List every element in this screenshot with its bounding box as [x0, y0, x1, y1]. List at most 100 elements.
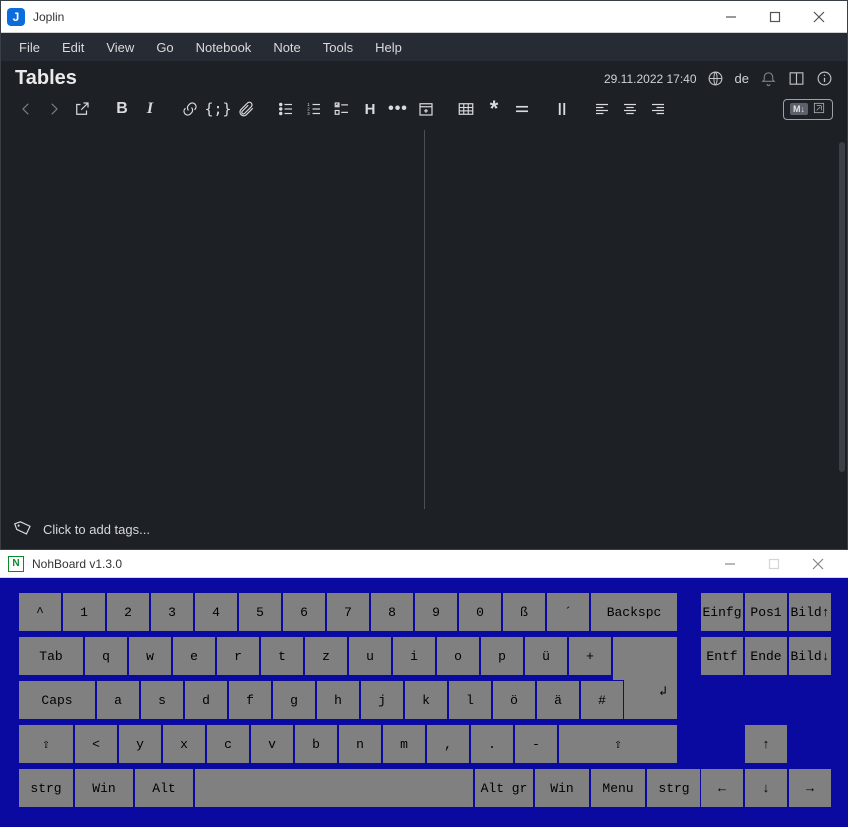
scrollbar[interactable]: [839, 142, 845, 472]
nohboard-titlebar[interactable]: N NohBoard v1.3.0: [0, 550, 848, 578]
minimize-button[interactable]: [709, 2, 753, 32]
key-arrow-up[interactable]: ↑: [744, 724, 788, 764]
key-space[interactable]: [194, 768, 474, 808]
key-Alt[interactable]: Alt: [134, 768, 194, 808]
key-<[interactable]: <: [74, 724, 118, 764]
key-i[interactable]: i: [392, 636, 436, 676]
layout-icon[interactable]: [787, 70, 805, 88]
checkbox-list-button[interactable]: [331, 98, 353, 120]
key-,[interactable]: ,: [426, 724, 470, 764]
key-#[interactable]: #: [580, 680, 624, 720]
globe-icon[interactable]: [707, 70, 725, 88]
key-r[interactable]: r: [216, 636, 260, 676]
align-right-button[interactable]: [647, 98, 669, 120]
key-^[interactable]: ^: [18, 592, 62, 632]
key-f[interactable]: f: [228, 680, 272, 720]
key-b[interactable]: b: [294, 724, 338, 764]
key-lshift[interactable]: ⇧: [18, 724, 74, 764]
nav-forward-button[interactable]: [43, 98, 65, 120]
key-Ende[interactable]: Ende: [744, 636, 788, 676]
key-9[interactable]: 9: [414, 592, 458, 632]
key-Einfg[interactable]: Einfg: [700, 592, 744, 632]
key-arrow-down[interactable]: ↓: [744, 768, 788, 808]
heading-button[interactable]: H: [359, 98, 381, 120]
key-m[interactable]: m: [382, 724, 426, 764]
nb-close-button[interactable]: [796, 551, 840, 577]
key-Win[interactable]: Win: [74, 768, 134, 808]
markdown-editor-pane[interactable]: [15, 130, 422, 509]
key-Bild↑[interactable]: Bild↑: [788, 592, 832, 632]
tags-row[interactable]: Click to add tags...: [1, 509, 847, 549]
info-icon[interactable]: [815, 70, 833, 88]
insert-date-button[interactable]: [415, 98, 437, 120]
key-l[interactable]: l: [448, 680, 492, 720]
external-link-button[interactable]: [71, 98, 93, 120]
nb-maximize-button[interactable]: [752, 551, 796, 577]
key-8[interactable]: 8: [370, 592, 414, 632]
menu-tools[interactable]: Tools: [313, 36, 363, 59]
attach-button[interactable]: [235, 98, 257, 120]
horizontal-rule-button[interactable]: •••: [387, 98, 409, 120]
link-button[interactable]: [179, 98, 201, 120]
key-a[interactable]: a: [96, 680, 140, 720]
key-caps[interactable]: Caps: [18, 680, 96, 720]
key-4[interactable]: 4: [194, 592, 238, 632]
key-arrow-right[interactable]: →: [788, 768, 832, 808]
note-title[interactable]: Tables: [15, 67, 77, 90]
key-v[interactable]: v: [250, 724, 294, 764]
joplin-titlebar[interactable]: J Joplin: [1, 1, 847, 33]
key-n[interactable]: n: [338, 724, 382, 764]
nav-back-button[interactable]: [15, 98, 37, 120]
key-´[interactable]: ´: [546, 592, 590, 632]
asterisk-button[interactable]: *: [483, 98, 505, 120]
key-u[interactable]: u: [348, 636, 392, 676]
key-7[interactable]: 7: [326, 592, 370, 632]
key-c[interactable]: c: [206, 724, 250, 764]
key-e[interactable]: e: [172, 636, 216, 676]
key-Pos1[interactable]: Pos1: [744, 592, 788, 632]
menu-help[interactable]: Help: [365, 36, 412, 59]
key--[interactable]: -: [514, 724, 558, 764]
key-strg[interactable]: strg: [18, 768, 74, 808]
pane-divider[interactable]: [424, 130, 425, 509]
preview-pane[interactable]: [427, 130, 834, 509]
column-split-button[interactable]: [551, 98, 573, 120]
key-q[interactable]: q: [84, 636, 128, 676]
menu-view[interactable]: View: [96, 36, 144, 59]
key-ö[interactable]: ö: [492, 680, 536, 720]
key-Win[interactable]: Win: [534, 768, 590, 808]
key-y[interactable]: y: [118, 724, 162, 764]
bullet-list-button[interactable]: [275, 98, 297, 120]
key-5[interactable]: 5: [238, 592, 282, 632]
key-1[interactable]: 1: [62, 592, 106, 632]
key-0[interactable]: 0: [458, 592, 502, 632]
alarm-icon[interactable]: [759, 70, 777, 88]
key-p[interactable]: p: [480, 636, 524, 676]
numbered-list-button[interactable]: 123: [303, 98, 325, 120]
table-button[interactable]: [455, 98, 477, 120]
language-label[interactable]: de: [735, 71, 749, 86]
key-Menu[interactable]: Menu: [590, 768, 646, 808]
key-Alt gr[interactable]: Alt gr: [474, 768, 534, 808]
key-+[interactable]: +: [568, 636, 612, 676]
key-z[interactable]: z: [304, 636, 348, 676]
key-rshift[interactable]: ⇧: [558, 724, 678, 764]
menu-edit[interactable]: Edit: [52, 36, 94, 59]
key-3[interactable]: 3: [150, 592, 194, 632]
key-k[interactable]: k: [404, 680, 448, 720]
key-g[interactable]: g: [272, 680, 316, 720]
key-backspace[interactable]: Backspc: [590, 592, 678, 632]
multi-line-button[interactable]: [511, 98, 533, 120]
nb-minimize-button[interactable]: [708, 551, 752, 577]
italic-button[interactable]: I: [139, 98, 161, 120]
key-strg[interactable]: strg: [646, 768, 702, 808]
menu-notebook[interactable]: Notebook: [186, 36, 262, 59]
key-Entf[interactable]: Entf: [700, 636, 744, 676]
align-center-button[interactable]: [619, 98, 641, 120]
code-button[interactable]: {;}: [207, 98, 229, 120]
maximize-button[interactable]: [753, 2, 797, 32]
bold-button[interactable]: B: [111, 98, 133, 120]
align-left-button[interactable]: [591, 98, 613, 120]
key-ß[interactable]: ß: [502, 592, 546, 632]
key-d[interactable]: d: [184, 680, 228, 720]
